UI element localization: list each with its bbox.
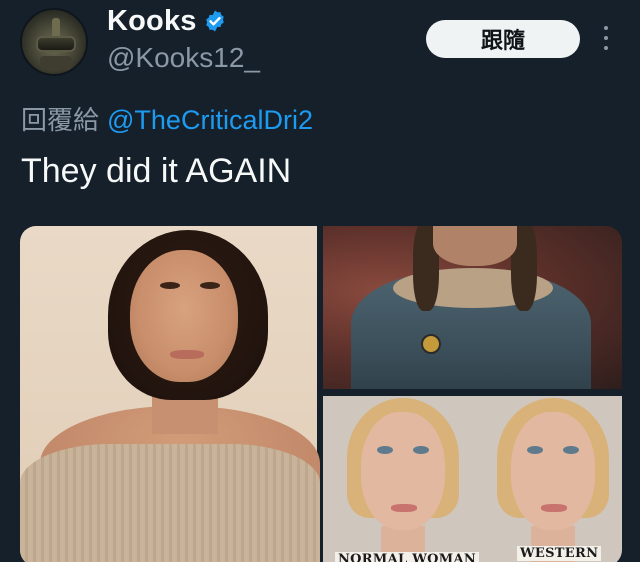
- caption-western: WESTERN: [517, 546, 602, 561]
- comparison-right-face: [483, 396, 622, 562]
- more-options-icon[interactable]: [598, 24, 614, 52]
- avatar-helmet-stripe: [52, 18, 60, 38]
- verified-badge-icon[interactable]: [203, 9, 227, 33]
- reply-context: 回覆給 @TheCriticalDri2: [21, 100, 313, 137]
- media-grid: NORMAL WOMAN WESTERN: [20, 226, 622, 562]
- author-display-name[interactable]: Kooks: [107, 5, 197, 38]
- comparison-left-face: [333, 396, 473, 562]
- avatar-helmet-chin: [40, 56, 72, 70]
- media-image-1[interactable]: [20, 226, 320, 562]
- follow-button[interactable]: 跟隨: [426, 20, 580, 58]
- caption-normal-woman: NORMAL WOMAN: [335, 552, 480, 562]
- media-image-3[interactable]: NORMAL WOMAN WESTERN: [323, 396, 622, 562]
- author-handle[interactable]: @Kooks12_: [107, 42, 260, 74]
- avatar-helmet-visor: [36, 36, 76, 52]
- reply-prefix: 回覆給: [21, 106, 100, 136]
- tweet-text: They did it AGAIN: [21, 152, 292, 190]
- author-name-row: Kooks: [107, 4, 227, 38]
- avatar[interactable]: [20, 8, 88, 76]
- media-image-2[interactable]: [323, 226, 622, 389]
- reply-to-link[interactable]: @TheCriticalDri2: [107, 105, 313, 136]
